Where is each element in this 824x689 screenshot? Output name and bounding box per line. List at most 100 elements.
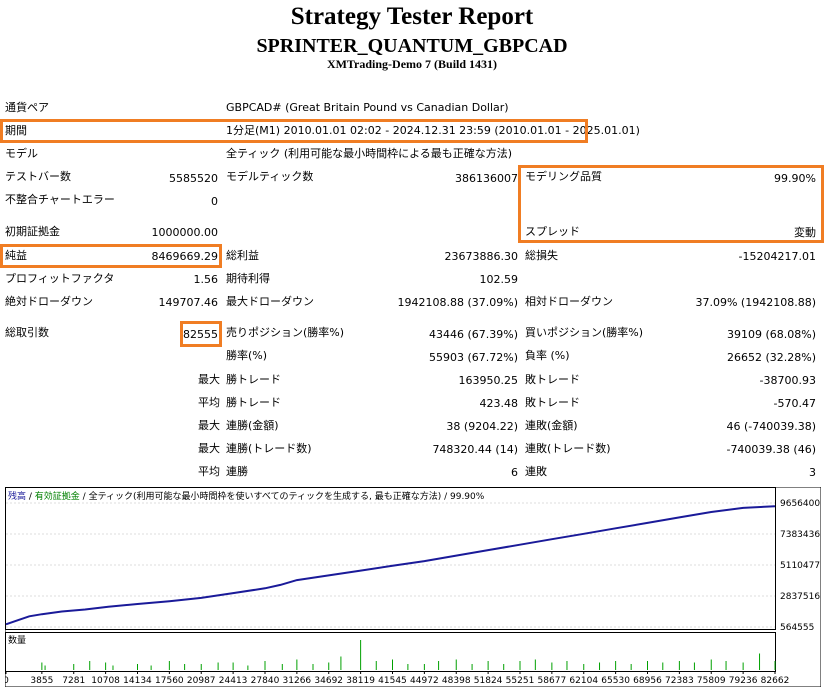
bars-label: テストバー数: [5, 170, 71, 183]
mismatch-label: 不整合チャートエラー: [5, 193, 115, 206]
total-trades-highlight: [180, 321, 222, 347]
svg-text:残高 / 有効証拠金 / 全ティック(利用可能な最小時間枠を: 残高 / 有効証拠金 / 全ティック(利用可能な最小時間枠を使いすべてのティック…: [8, 490, 485, 502]
x-tick-label: 17560: [155, 676, 184, 686]
net-profit-highlight: [0, 244, 222, 268]
largest-win-value: 163950.25: [458, 374, 519, 387]
legend-description: 全ティック(利用可能な最小時間枠を使いすべてのティックを生成する, 最も正確な方…: [89, 490, 485, 502]
x-tick-label: 41545: [378, 676, 407, 686]
max-prefix-1: 最大: [198, 373, 220, 386]
y-tick-label: 5110477: [780, 561, 820, 571]
avg-win-value: 423.48: [479, 397, 519, 410]
expert-name: SPRINTER_QUANTUM_GBPCAD: [256, 35, 568, 57]
model-label: モデル: [5, 147, 38, 160]
abs-drawdown-value: 149707.46: [158, 296, 219, 309]
x-tick-label: 3855: [30, 676, 53, 686]
x-tick-label: 75809: [697, 676, 726, 686]
ticks-value: 386136007: [455, 172, 518, 185]
y-tick-label: 7383436: [780, 530, 820, 540]
consec-losses-label: 連敗(金額): [525, 419, 578, 432]
x-tick-label: 14134: [123, 676, 152, 686]
max-prefix-3: 最大: [198, 442, 220, 455]
win-rate-label: 勝率(%): [226, 349, 268, 362]
x-tick-label: 24413: [219, 676, 248, 686]
x-tick-label: 38119: [346, 676, 375, 686]
avg-consec-losses-value: 3: [809, 466, 816, 479]
consec-wins-label: 連勝(金額): [226, 419, 279, 432]
consec-wins-value: 38 (9204.22): [446, 420, 518, 433]
legend-margin: 有効証拠金: [35, 490, 80, 502]
x-tick-label: 10708: [91, 676, 120, 686]
expected-payoff-value: 102.59: [479, 273, 519, 286]
gross-loss-value: -15204217.01: [738, 250, 816, 263]
long-positions-label: 買いポジション(勝率%): [525, 326, 644, 339]
profit-factor-value: 1.56: [193, 273, 219, 286]
rel-drawdown-value: 37.09% (1942108.88): [695, 296, 816, 309]
x-tick-label: 48398: [442, 676, 471, 686]
y-tick-label: 9656400: [780, 499, 820, 509]
legend-separator-1: /: [26, 492, 35, 502]
consec-loss-value: -740039.38 (46): [726, 443, 816, 456]
legend-balance: 残高: [8, 490, 26, 502]
x-tick-label: 0: [5, 676, 9, 686]
x-tick-label: 55251: [506, 676, 535, 686]
period-highlight: [0, 119, 588, 143]
max-drawdown-label: 最大ドローダウン: [226, 295, 314, 308]
x-tick-label: 79236: [729, 676, 758, 686]
largest-loss-label: 敗トレード: [525, 373, 580, 386]
consec-profit-label: 連勝(トレード数): [226, 442, 312, 455]
deposit-value: 1000000.00: [151, 226, 218, 239]
long-positions-value: 39109 (68.08%): [726, 328, 816, 341]
x-tick-label: 7281: [62, 676, 85, 686]
max-drawdown-value: 1942108.88 (37.09%): [397, 296, 518, 309]
mismatch-value: 0: [211, 195, 218, 208]
loss-rate-label: 負率 (%): [525, 349, 570, 362]
volume-label: 数量: [8, 634, 26, 646]
bars-value: 5585520: [169, 172, 218, 185]
x-tick-label: 31266: [283, 676, 312, 686]
avg-prefix-1: 平均: [198, 396, 220, 409]
win-rate-value: 55903 (67.72%): [428, 351, 518, 364]
x-tick-label: 34692: [314, 676, 343, 686]
x-tick-label: 82662: [761, 676, 790, 686]
total-trades-label: 総取引数: [5, 326, 49, 339]
x-tick-label: 62104: [569, 676, 598, 686]
expected-payoff-label: 期待利得: [226, 272, 270, 285]
consec-loss-label: 連敗(トレード数): [525, 442, 611, 455]
quality-spread-highlight: [518, 165, 824, 243]
avg-consec-wins-value: 6: [511, 466, 518, 479]
volume-area: [5, 632, 776, 672]
x-tick-label: 68956: [633, 676, 662, 686]
server-name: XMTrading-Demo 7 (Build 1431): [326, 57, 498, 71]
short-positions-label: 売りポジション(勝率%): [226, 326, 345, 339]
y-tick-label: 2837516: [780, 592, 820, 602]
avg-loss-value: -570.47: [773, 397, 816, 410]
symbol-label: 通貨ペア: [5, 101, 49, 114]
gross-loss-label: 総損失: [525, 249, 558, 262]
plot-area: [5, 487, 776, 630]
loss-rate-value: 26652 (32.28%): [726, 351, 816, 364]
x-tick-label: 65530: [601, 676, 630, 686]
gross-profit-label: 総利益: [226, 249, 259, 262]
rel-drawdown-label: 相対ドローダウン: [525, 295, 613, 308]
symbol-value: GBPCAD# (Great Britain Pound vs Canadian…: [226, 101, 509, 114]
consec-profit-value: 748320.44 (14): [432, 443, 518, 456]
abs-drawdown-label: 絶対ドローダウン: [5, 295, 93, 308]
x-tick-label: 20987: [187, 676, 216, 686]
x-tick-label: 72383: [665, 676, 694, 686]
avg-loss-label: 敗トレード: [525, 396, 580, 409]
x-tick-label: 51824: [474, 676, 503, 686]
largest-win-label: 勝トレード: [226, 373, 281, 386]
profit-factor-label: プロフィットファクタ: [5, 272, 115, 285]
avg-prefix-2: 平均: [198, 465, 220, 478]
consec-losses-value: 46 (-740039.38): [726, 420, 816, 433]
x-tick-label: 44972: [410, 676, 439, 686]
y-tick-label: 564555: [780, 623, 814, 633]
avg-consec-losses-label: 連敗: [525, 465, 547, 478]
short-positions-value: 43446 (67.39%): [428, 328, 518, 341]
gross-profit-value: 23673886.30: [444, 250, 518, 263]
avg-consec-wins-label: 連勝: [226, 465, 248, 478]
legend-separator-2: /: [80, 492, 89, 502]
largest-loss-value: -38700.93: [759, 374, 816, 387]
x-tick-label: 27840: [251, 676, 280, 686]
balance-chart: 9656400 7383436 5110477 2837516 564555 0 3855…: [5, 487, 821, 687]
